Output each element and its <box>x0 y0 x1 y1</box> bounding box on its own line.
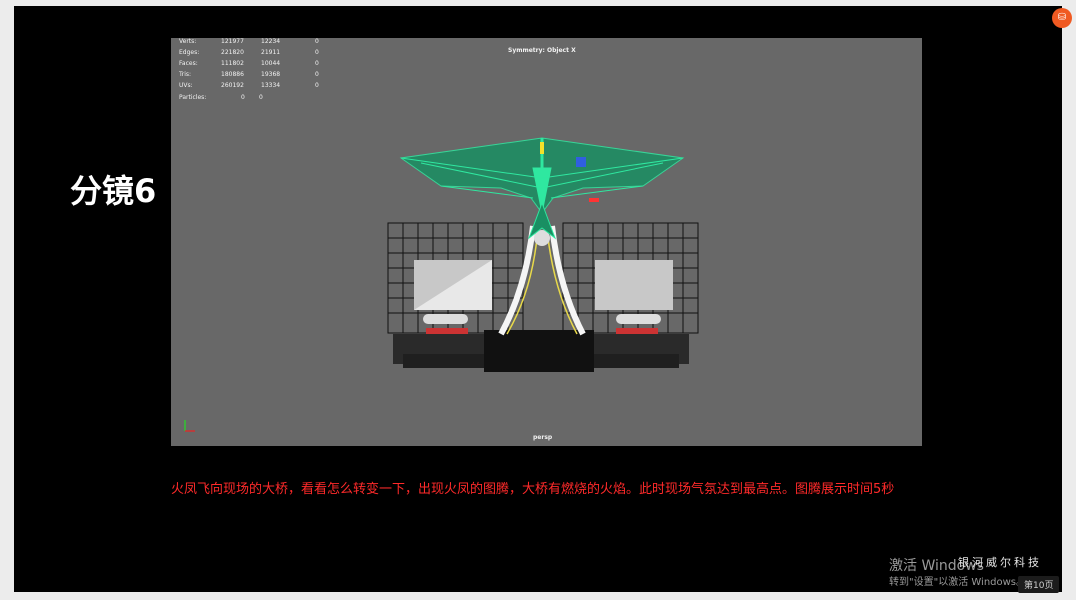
scene-render <box>184 137 699 432</box>
screen-right <box>595 260 673 310</box>
shot-description: 火凤飞向现场的大桥，看看怎么转变一下，出现火凤的图腾，大桥有燃烧的火焰。此时现场… <box>171 482 895 497</box>
slide-title: 分镜6 <box>70 172 157 210</box>
camera-label: persp <box>533 434 553 441</box>
axis-indicator <box>184 420 195 432</box>
app-icon[interactable]: ⛁ <box>1052 8 1072 28</box>
stage-base <box>393 330 689 372</box>
page-number[interactable]: 第10页 <box>1018 576 1060 593</box>
maya-viewport[interactable]: Verts: 121977 12234 0 Edges: 221820 2191… <box>171 38 922 446</box>
company-logo-text: 银河威尔科技 <box>958 556 1042 569</box>
activation-watermark-line2: 转到"设置"以激活 Windows。 <box>889 577 1027 588</box>
